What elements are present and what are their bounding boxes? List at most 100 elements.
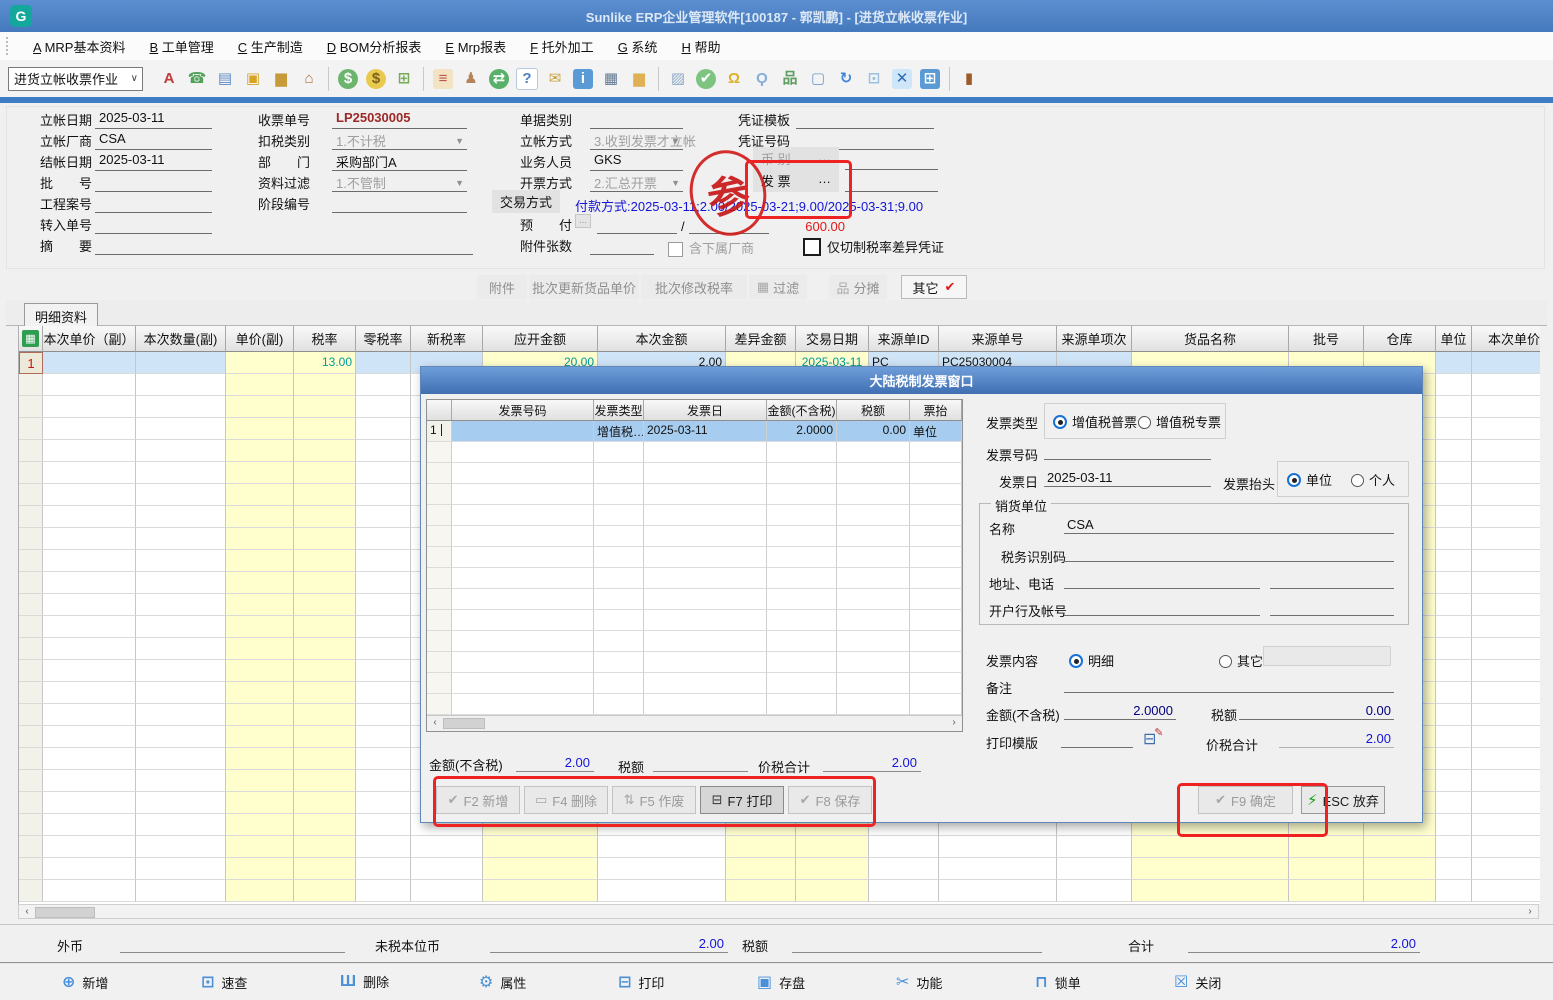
remark-input[interactable] (1064, 676, 1394, 693)
batch-update-price-button[interactable]: 批次更新货品单价 (529, 275, 639, 299)
mail-send-icon[interactable]: ✉ (541, 66, 569, 92)
post-date-input[interactable]: 2025-03-11 (95, 110, 212, 129)
check-circle-icon[interactable]: ✔ (692, 66, 720, 92)
scroll-left-icon[interactable]: ‹ (20, 905, 34, 918)
sitemap-icon[interactable]: 品 (776, 66, 804, 92)
money-bag-icon[interactable]: $ (362, 66, 390, 92)
cell[interactable] (226, 352, 294, 374)
tax-diff-checkbox[interactable] (803, 238, 821, 256)
column-header[interactable]: 票抬 (910, 400, 962, 421)
column-header[interactable]: 零税率 (356, 326, 411, 352)
menu-item-B[interactable]: B 工单管理 (137, 37, 225, 56)
f4-button[interactable]: ▭F4 删除 (524, 786, 608, 814)
vendor-input[interactable]: CSA (95, 131, 212, 150)
radio-vat-special[interactable]: 增值税专票 (1138, 412, 1221, 431)
filter-button[interactable]: ▦过滤 (749, 275, 807, 299)
bell-icon[interactable]: Ω (720, 66, 748, 92)
home-icon[interactable]: ⌂ (295, 66, 323, 92)
invoice-mode-select[interactable]: 2.汇总开票▼ (590, 173, 683, 192)
batch-no-input[interactable] (95, 173, 212, 192)
panel-amount-input[interactable]: 2.0000 (1064, 703, 1176, 720)
cascade-icon[interactable]: ⊡ (860, 66, 888, 92)
phone-input[interactable] (1270, 572, 1394, 589)
invoice-no-input[interactable] (1044, 443, 1211, 460)
restore-icon[interactable]: ⊞ (916, 66, 944, 92)
column-header[interactable]: 金额(不含税) (767, 400, 837, 421)
column-header[interactable]: 来源单ID (869, 326, 939, 352)
dollar-coin-icon[interactable]: $ (334, 66, 362, 92)
include-sub-checkbox[interactable] (668, 242, 683, 257)
chevron-down-icon[interactable]: ∨ (131, 73, 142, 84)
radio-head-company[interactable]: 单位 (1287, 470, 1332, 489)
prepay-more-button[interactable]: … (575, 214, 591, 228)
lock-order-button[interactable]: ⊓锁单 (1035, 972, 1081, 992)
cell[interactable]: 2025-03-11 (644, 421, 767, 442)
tax-type-select[interactable]: 1.不计税▼ (332, 131, 467, 150)
column-header[interactable]: 交易日期 (796, 326, 869, 352)
cell[interactable] (1436, 352, 1472, 374)
computer-icon[interactable]: ▤ (211, 66, 239, 92)
column-header[interactable]: 来源单项次 (1057, 326, 1132, 352)
invoice-input[interactable] (845, 173, 938, 192)
menu-item-E[interactable]: E Mrp报表 (433, 37, 518, 56)
column-header[interactable]: 税率 (294, 326, 356, 352)
cart-icon[interactable]: ⊞ (390, 66, 418, 92)
project-no-input[interactable] (95, 194, 212, 213)
invoice-button[interactable]: 发 票… (753, 169, 839, 192)
esc-cancel-button[interactable]: ⚡ESC 放弃 (1301, 786, 1385, 814)
delete-button[interactable]: Ш删除 (340, 972, 389, 991)
column-header[interactable]: 本次单价 (1472, 326, 1540, 352)
radio-content-other[interactable]: 其它 (1219, 651, 1263, 670)
tab-detail[interactable]: 明细资料 (24, 303, 98, 328)
other-button[interactable]: 其它✔ (901, 275, 967, 299)
close-button[interactable]: ☒关闭 (1174, 972, 1221, 992)
print-preview-icon[interactable]: ⊟ (1143, 729, 1156, 749)
properties-button[interactable]: ⚙属性 (479, 972, 526, 992)
attachments-input[interactable] (590, 236, 654, 255)
close-date-input[interactable]: 2025-03-11 (95, 152, 212, 171)
currency-input[interactable] (845, 151, 938, 170)
menu-item-F[interactable]: F 托外加工 (518, 37, 606, 56)
menu-item-G[interactable]: G 系统 (606, 37, 670, 56)
info-icon[interactable]: i (569, 66, 597, 92)
cell[interactable]: 2.0000 (767, 421, 837, 442)
new-button[interactable]: ⊕新增 (62, 972, 108, 992)
column-header[interactable]: 本次数量(副) (136, 326, 226, 352)
users-icon[interactable]: ♟ (457, 66, 485, 92)
cell[interactable] (1472, 352, 1540, 374)
save-button[interactable]: ▣存盘 (757, 972, 805, 992)
split-button[interactable]: 品分摊 (829, 275, 887, 299)
calculator-icon[interactable]: ▦ (597, 66, 625, 92)
doc-type-input[interactable] (590, 110, 683, 129)
folder-icon[interactable]: ▆ (625, 66, 653, 92)
seller-name-input[interactable]: CSA (1064, 517, 1394, 534)
f9-confirm-button[interactable]: ✔F9 确定 (1198, 786, 1293, 814)
post-mode-select[interactable]: 3.收到发票才立帐▼ (590, 131, 683, 150)
cell[interactable]: 0.00 (837, 421, 910, 442)
cell[interactable]: 1 (427, 421, 452, 442)
scroll-right-icon[interactable]: › (947, 716, 961, 729)
column-header[interactable]: 差异金额 (726, 326, 796, 352)
menu-item-H[interactable]: H 帮助 (669, 37, 732, 56)
cell[interactable]: 增值税… (594, 421, 644, 442)
cell[interactable] (43, 352, 136, 374)
column-header[interactable]: 货品名称 (1132, 326, 1289, 352)
functions-button[interactable]: ✂功能 (896, 972, 942, 992)
f8-button[interactable]: ✔F8 保存 (788, 786, 872, 814)
column-header[interactable]: 发票类型 (594, 400, 644, 421)
department-input[interactable]: 采购部门A (332, 152, 467, 171)
salesperson-input[interactable]: GKS (590, 152, 683, 171)
print-button[interactable]: ⊟打印 (618, 972, 664, 992)
column-header[interactable]: 新税率 (411, 326, 483, 352)
column-header[interactable]: 发票号码 (452, 400, 594, 421)
transfer-no-input[interactable] (95, 215, 212, 234)
menu-item-C[interactable]: C 生产制造 (226, 37, 315, 56)
invoice-date-input[interactable]: 2025-03-11 (1044, 470, 1211, 487)
spellcheck-icon[interactable]: A (155, 66, 183, 92)
radio-content-detail[interactable]: 明细 (1069, 651, 1114, 670)
panel-tax-input[interactable]: 0.00 (1239, 703, 1394, 720)
briefcase-icon[interactable]: ▆ (267, 66, 295, 92)
search-icon[interactable]: Ϙ (748, 66, 776, 92)
column-header[interactable]: 本次单价（副） (43, 326, 136, 352)
receipt-no-input[interactable]: LP25030005 (332, 110, 467, 129)
